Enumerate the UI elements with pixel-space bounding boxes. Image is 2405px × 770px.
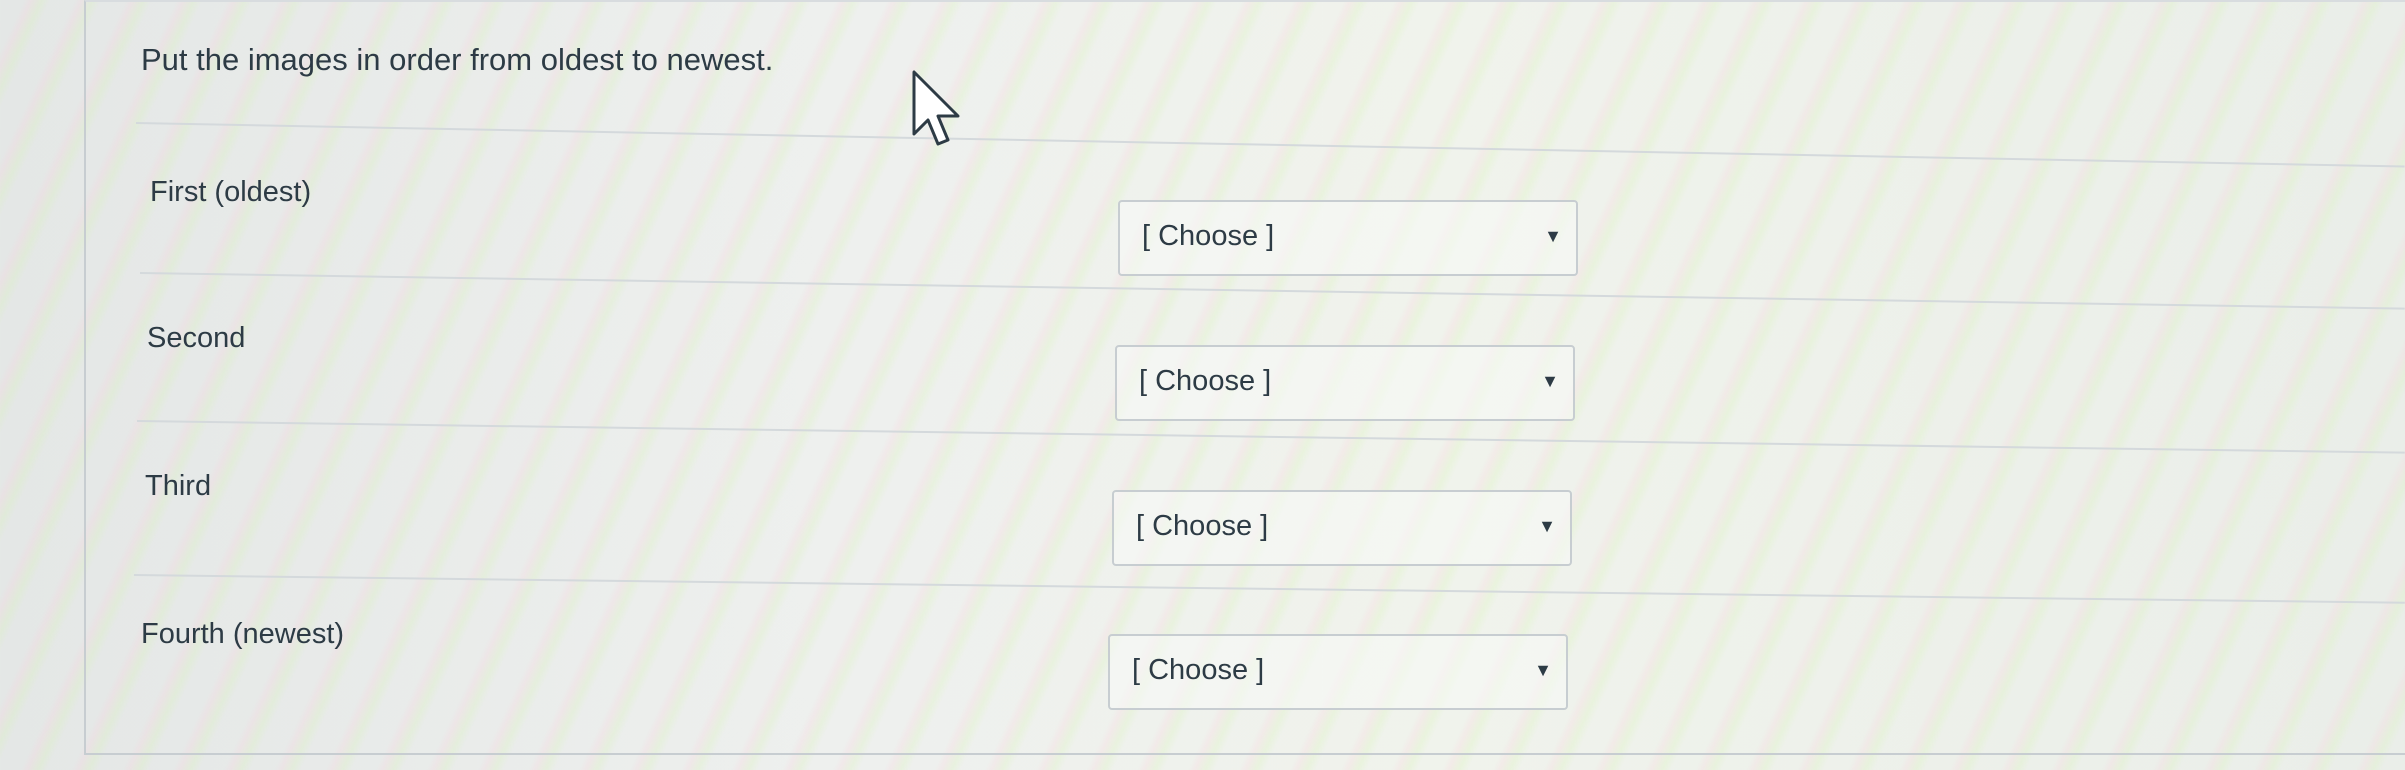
select-second[interactable]: [ Choose ] ▼ — [1115, 345, 1575, 421]
caret-down-icon: ▼ — [1534, 660, 1552, 680]
row-label-fourth: Fourth (newest) — [141, 618, 345, 650]
caret-down-icon: ▼ — [1544, 226, 1562, 246]
caret-down-icon: ▼ — [1541, 371, 1559, 391]
question-prompt: Put the images in order from oldest to n… — [141, 42, 774, 77]
caret-down-icon: ▼ — [1538, 516, 1556, 536]
mouse-pointer-icon — [912, 70, 960, 146]
select-first[interactable]: [ Choose ] ▼ — [1118, 200, 1578, 276]
row-label-second: Second — [147, 322, 246, 354]
select-fourth-value: [ Choose ] — [1132, 654, 1265, 686]
select-fourth[interactable]: [ Choose ] ▼ — [1108, 634, 1568, 710]
row-label-third: Third — [145, 470, 212, 502]
select-third[interactable]: [ Choose ] ▼ — [1112, 490, 1572, 566]
select-first-value: [ Choose ] — [1142, 220, 1275, 252]
select-third-value: [ Choose ] — [1136, 510, 1269, 542]
select-second-value: [ Choose ] — [1139, 365, 1272, 397]
row-label-first: First (oldest) — [150, 176, 312, 208]
